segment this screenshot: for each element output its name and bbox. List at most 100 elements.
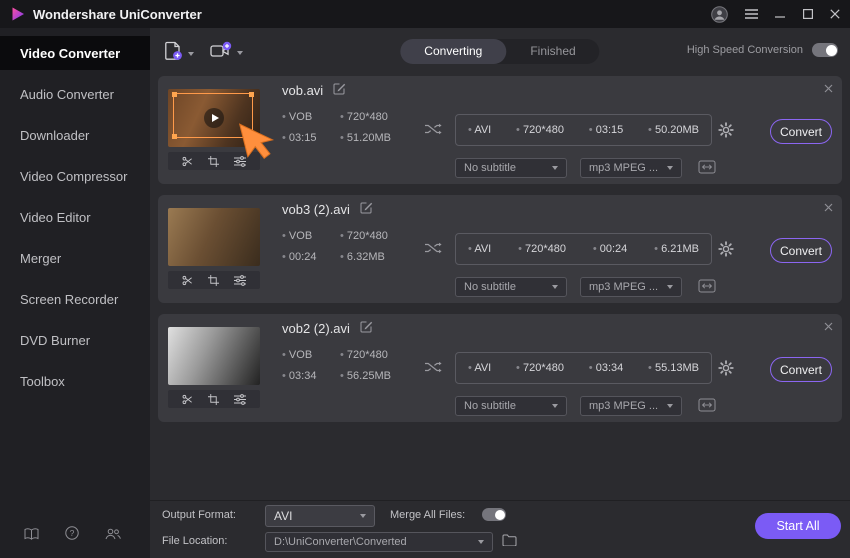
source-info: 00:24 6.32MB: [282, 251, 385, 263]
edit-icon[interactable]: [360, 201, 373, 217]
high-speed-toggle[interactable]: [812, 43, 838, 57]
app-logo-icon: [10, 6, 26, 22]
sidebar-item-audio-converter[interactable]: Audio Converter: [0, 77, 150, 111]
source-info: VOB 720*480: [282, 349, 388, 361]
chevron-down-icon: [667, 285, 673, 289]
library-icon[interactable]: [24, 527, 39, 545]
chevron-down-icon: [667, 404, 673, 408]
effects-icon[interactable]: [234, 393, 246, 405]
sidebar-item-merger[interactable]: Merger: [0, 241, 150, 275]
add-device-icon: [210, 41, 232, 65]
effects-icon[interactable]: [234, 274, 246, 286]
high-speed-label: High Speed Conversion: [686, 44, 803, 56]
trim-icon[interactable]: [182, 156, 193, 167]
gear-icon[interactable]: [718, 122, 734, 143]
sidebar-item-video-compressor[interactable]: Video Compressor: [0, 159, 150, 193]
edit-icon[interactable]: [360, 320, 373, 336]
sidebar-item-screen-recorder[interactable]: Screen Recorder: [0, 282, 150, 316]
minimize-icon[interactable]: [775, 9, 786, 19]
add-device-button[interactable]: [210, 41, 243, 65]
source-info: VOB 720*480: [282, 230, 388, 242]
convert-button[interactable]: Convert: [770, 238, 832, 263]
file-list: vob.avi VOB 720*480 03:15 51.20MB AVI 72…: [158, 76, 842, 433]
crop-icon[interactable]: [208, 274, 219, 286]
sidebar-item-video-editor[interactable]: Video Editor: [0, 200, 150, 234]
sidebar: Video Converter Audio Converter Download…: [0, 28, 150, 558]
folder-icon[interactable]: [502, 534, 517, 546]
help-icon[interactable]: ?: [65, 526, 79, 545]
source-info: 03:15 51.20MB: [282, 132, 391, 144]
add-files-button[interactable]: [163, 41, 194, 66]
titlebar: Wondershare UniConverter: [0, 0, 850, 28]
shuffle-icon: [424, 122, 442, 140]
convert-button[interactable]: Convert: [770, 357, 832, 382]
subtitle-dropdown[interactable]: No subtitle: [455, 396, 567, 416]
crop-icon[interactable]: [208, 155, 219, 167]
resolution-icon[interactable]: [698, 279, 716, 293]
crop-icon[interactable]: [208, 393, 219, 405]
file-location-label: File Location:: [162, 535, 228, 547]
chevron-down-icon: [188, 51, 194, 56]
maximize-icon[interactable]: [803, 9, 813, 19]
gear-icon[interactable]: [718, 241, 734, 262]
file-name: vob2 (2).avi: [282, 320, 350, 336]
main-panel: Converting Finished High Speed Conversio…: [150, 28, 850, 558]
edit-icon[interactable]: [333, 82, 346, 98]
play-icon[interactable]: [204, 108, 224, 128]
chevron-down-icon: [552, 285, 558, 289]
sidebar-item-toolbox[interactable]: Toolbox: [0, 364, 150, 398]
converter-toolbar: Converting Finished High Speed Conversio…: [150, 28, 850, 76]
merge-all-toggle[interactable]: [482, 508, 506, 521]
chevron-down-icon: [478, 540, 484, 544]
community-icon[interactable]: [105, 527, 121, 545]
add-file-icon: [163, 41, 183, 66]
output-format-dropdown[interactable]: AVI: [265, 505, 375, 527]
audio-dropdown[interactable]: mp3 MPEG ...: [580, 277, 682, 297]
audio-dropdown[interactable]: mp3 MPEG ...: [580, 396, 682, 416]
output-info-box: AVI 720*480 03:34 55.13MB: [455, 352, 712, 384]
thumb-toolbar: [168, 390, 260, 408]
output-format-label: Output Format:: [162, 509, 236, 521]
sidebar-item-dvd-burner[interactable]: DVD Burner: [0, 323, 150, 357]
remove-file-icon[interactable]: [822, 79, 835, 98]
file-name: vob.avi: [282, 82, 324, 98]
subtitle-dropdown[interactable]: No subtitle: [455, 277, 567, 297]
tab-finished[interactable]: Finished: [506, 39, 599, 64]
trim-icon[interactable]: [182, 275, 193, 286]
output-info-box: AVI 720*480 00:24 6.21MB: [455, 233, 712, 265]
chevron-down-icon: [552, 404, 558, 408]
convert-button[interactable]: Convert: [770, 119, 832, 144]
chevron-down-icon: [360, 514, 366, 518]
menu-icon[interactable]: [745, 9, 758, 19]
remove-file-icon[interactable]: [822, 317, 835, 336]
sidebar-item-video-converter[interactable]: Video Converter: [0, 36, 150, 70]
video-thumbnail[interactable]: [168, 327, 260, 385]
status-tabs: Converting Finished: [400, 39, 600, 64]
shuffle-icon: [424, 360, 442, 378]
svg-text:?: ?: [70, 528, 75, 538]
chevron-down-icon: [667, 166, 673, 170]
subtitle-dropdown[interactable]: No subtitle: [455, 158, 567, 178]
file-location-dropdown[interactable]: D:\UniConverter\Converted: [265, 532, 493, 552]
gear-icon[interactable]: [718, 360, 734, 381]
sidebar-item-downloader[interactable]: Downloader: [0, 118, 150, 152]
file-card-3: vob2 (2).avi VOB 720*480 03:34 56.25MB A…: [158, 314, 842, 422]
close-window-icon[interactable]: [830, 9, 840, 19]
output-settings-bar: Output Format: AVI Merge All Files: File…: [150, 500, 850, 558]
resolution-icon[interactable]: [698, 398, 716, 412]
merge-all-label: Merge All Files:: [390, 509, 466, 521]
remove-file-icon[interactable]: [822, 198, 835, 217]
tab-converting[interactable]: Converting: [400, 39, 507, 64]
source-info: VOB 720*480: [282, 111, 388, 123]
app-title: Wondershare UniConverter: [33, 6, 202, 22]
trim-icon[interactable]: [182, 394, 193, 405]
thumb-toolbar: [168, 271, 260, 289]
resolution-icon[interactable]: [698, 160, 716, 174]
audio-dropdown[interactable]: mp3 MPEG ...: [580, 158, 682, 178]
chevron-down-icon: [552, 166, 558, 170]
chevron-down-icon: [237, 51, 243, 55]
file-card-1: vob.avi VOB 720*480 03:15 51.20MB AVI 72…: [158, 76, 842, 184]
account-avatar[interactable]: [711, 5, 728, 23]
start-all-button[interactable]: Start All: [755, 513, 841, 539]
video-thumbnail[interactable]: [168, 208, 260, 266]
